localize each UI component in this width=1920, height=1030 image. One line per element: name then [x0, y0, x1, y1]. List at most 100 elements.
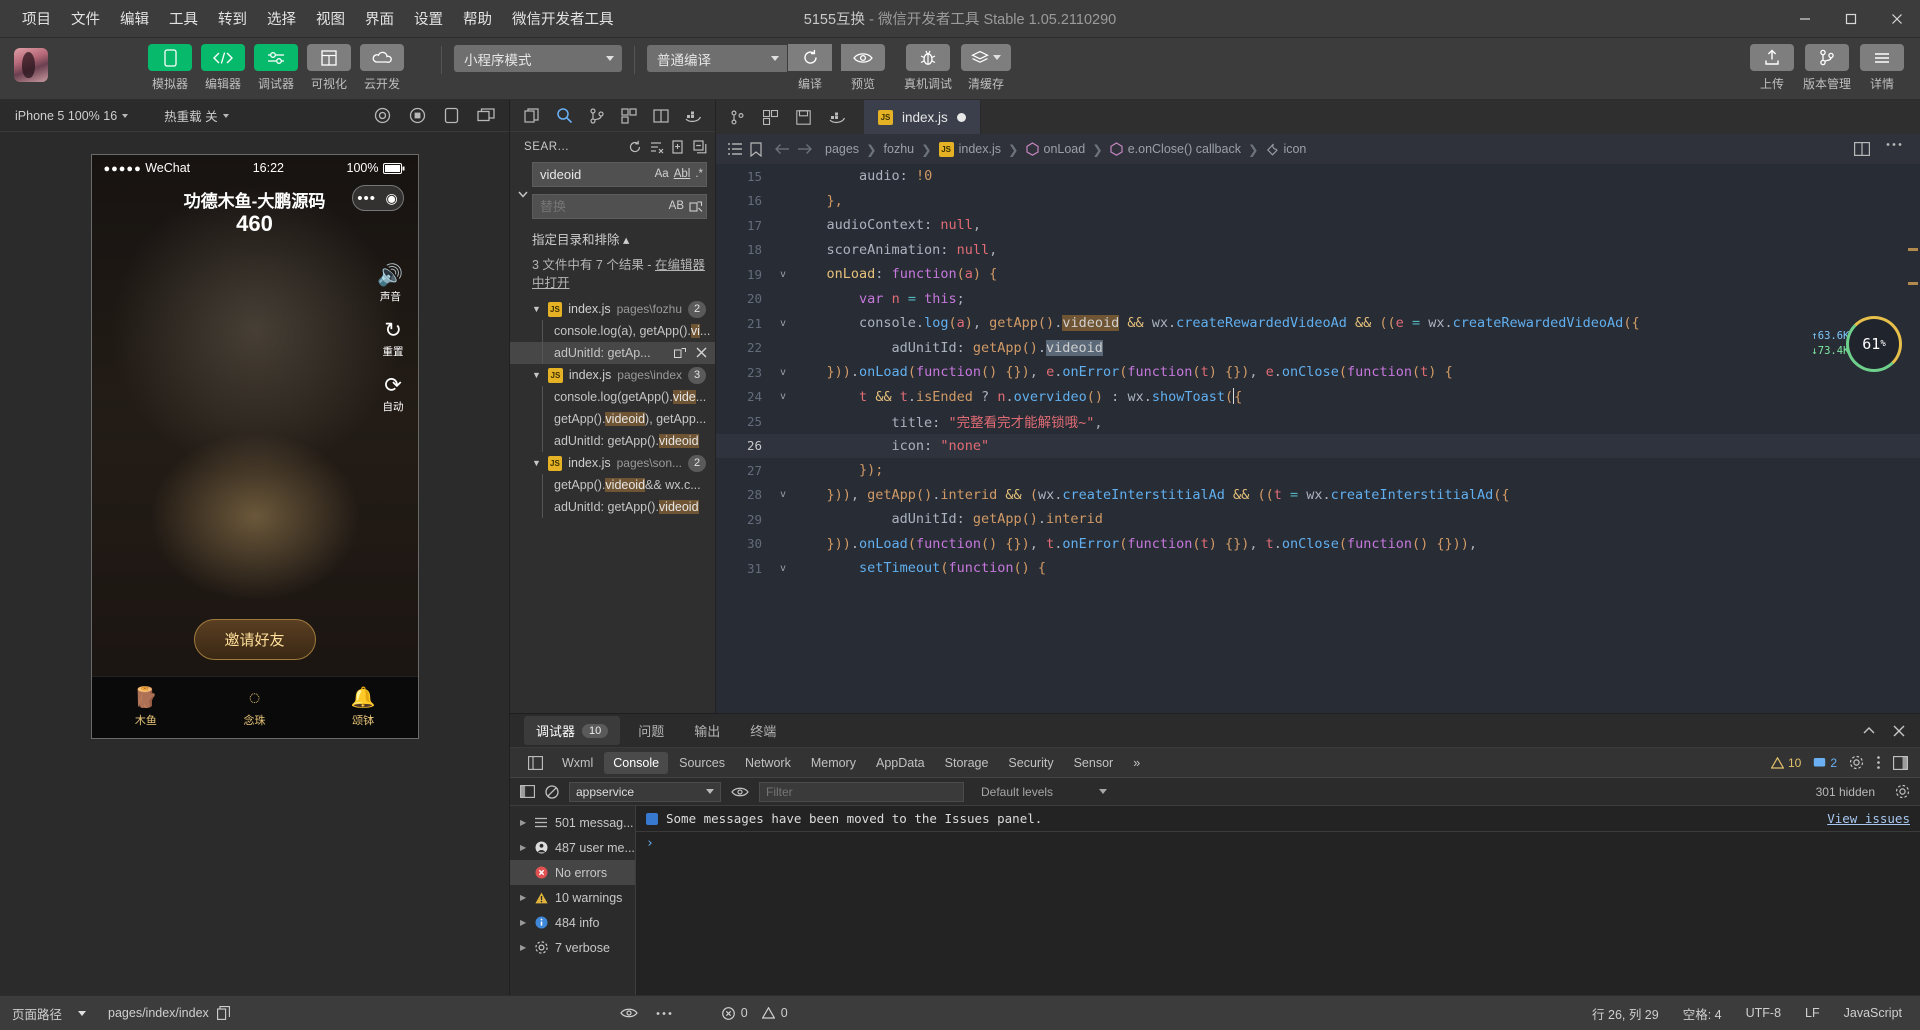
breadcrumb-item-onload[interactable]: onLoad [1026, 142, 1086, 156]
debug-tab-terminal[interactable]: 终端 [738, 716, 788, 745]
toolbar-button-editor[interactable]: 编辑器 [201, 44, 245, 92]
console-context-select[interactable]: appservice [569, 782, 721, 802]
warning-count-badge[interactable]: 10 [1771, 756, 1801, 770]
stop-icon[interactable] [409, 107, 426, 124]
toolbar-action-upload[interactable]: 上传 [1750, 44, 1794, 92]
result-match-row[interactable]: adUnitId: getApp().videoid [510, 496, 715, 518]
layout-split-icon[interactable] [763, 110, 778, 125]
branch-icon[interactable] [730, 110, 745, 125]
devtools-tab-security[interactable]: Security [999, 752, 1062, 774]
menu-item-edit[interactable]: 编辑 [110, 2, 159, 35]
toolbar-action-preview[interactable]: 预览 [841, 44, 885, 92]
new-search-editor-icon[interactable] [672, 140, 685, 154]
result-match-row[interactable]: getApp().videoid && wx.c... [510, 474, 715, 496]
devtools-tab-console[interactable]: Console [604, 752, 668, 774]
sidebar-tab-docker[interactable] [685, 109, 702, 123]
docker-icon[interactable] [829, 110, 846, 124]
console-filter-user[interactable]: ▶ 487 user me... [510, 835, 635, 860]
dismiss-icon[interactable] [696, 347, 707, 360]
console-filter-input[interactable] [759, 782, 964, 802]
devtools-tab-memory[interactable]: Memory [802, 752, 865, 774]
devtools-dock-icon[interactable] [1893, 756, 1908, 770]
include-exclude-toggle[interactable]: 指定目录和排除 ▴ [510, 226, 715, 252]
breadcrumb-item-oncloseCallback[interactable]: e.onClose() callback [1110, 142, 1241, 156]
record-icon[interactable] [374, 107, 391, 124]
console-eye-icon[interactable] [731, 786, 749, 798]
toolbar-button-debugger[interactable]: 调试器 [254, 44, 298, 92]
breadcrumb-item-indexjs[interactable]: JS index.js [939, 142, 1001, 157]
debug-tab-debugger[interactable]: 调试器 10 [524, 716, 620, 745]
devtools-settings-icon[interactable] [1849, 755, 1864, 770]
clear-search-icon[interactable] [650, 140, 664, 154]
console-levels-select[interactable]: Default levels [974, 782, 1114, 802]
clear-console-icon[interactable] [545, 785, 559, 799]
editor-tab-indexjs[interactable]: JS index.js [864, 100, 981, 134]
console-filter-info[interactable]: ▶ 484 info [510, 910, 635, 935]
status-language[interactable]: JavaScript [1832, 1006, 1920, 1020]
result-file-row[interactable]: ▼ JS index.js pages\son... 2 [510, 452, 715, 474]
console-prompt[interactable]: › [636, 832, 1920, 855]
phone-tab-beads[interactable]: ◌ 念珠 [200, 688, 309, 728]
view-issues-link[interactable]: View issues [1827, 811, 1910, 826]
devtools-tab-sources[interactable]: Sources [670, 752, 734, 774]
devtools-tab-sensor[interactable]: Sensor [1065, 752, 1123, 774]
result-match-row[interactable]: console.log(a), getApp().vi... [510, 320, 715, 342]
console-filter-warnings[interactable]: ▶ 10 warnings [510, 885, 635, 910]
console-sidebar-toggle-icon[interactable] [520, 785, 535, 798]
breadcrumb-item-icon[interactable]: icon [1265, 142, 1306, 156]
editor-more-icon[interactable] [1886, 142, 1902, 156]
copy-icon[interactable] [217, 1006, 230, 1020]
debug-tab-output[interactable]: 输出 [682, 716, 732, 745]
devtools-tab-appdata[interactable]: AppData [867, 752, 934, 774]
invite-friends-button[interactable]: 邀请好友 [193, 619, 315, 660]
devtools-more-icon[interactable] [1876, 755, 1881, 770]
console-output[interactable]: Some messages have been moved to the Iss… [636, 806, 1920, 995]
toolbar-button-simulator[interactable]: 模拟器 [148, 44, 192, 92]
devtools-tab-wxml[interactable]: Wxml [553, 752, 602, 774]
menu-item-file[interactable]: 文件 [61, 2, 110, 35]
fullscreen-icon[interactable] [477, 108, 495, 124]
replace-icon[interactable] [674, 347, 687, 360]
capsule-buttons[interactable]: ••• ◉ [352, 185, 404, 211]
console-filter-verbose[interactable]: ▶ 7 verbose [510, 935, 635, 960]
side-button-sound[interactable]: 🔊 声音 [377, 265, 403, 304]
fold-toggle[interactable]: v [772, 391, 794, 402]
menu-item-view[interactable]: 视图 [306, 2, 355, 35]
menu-item-help[interactable]: 帮助 [453, 2, 502, 35]
status-problems[interactable]: 0 0 [710, 1006, 800, 1020]
sidebar-tab-extensions[interactable] [621, 108, 637, 124]
menu-item-devtools[interactable]: 微信开发者工具 [502, 2, 624, 35]
devtools-tab-network[interactable]: Network [736, 752, 800, 774]
mode-select[interactable]: 小程序模式 [454, 45, 622, 72]
status-encoding[interactable]: UTF-8 [1734, 1006, 1793, 1020]
close-icon[interactable] [1874, 0, 1920, 38]
result-file-row[interactable]: ▼ JS index.js pages\index 3 [510, 364, 715, 386]
console-filter-errors[interactable]: No errors [510, 860, 635, 885]
compile-select[interactable]: 普通编译 [647, 45, 787, 72]
breadcrumb-item-fozhu[interactable]: fozhu [884, 142, 915, 156]
fold-toggle[interactable]: v [772, 367, 794, 378]
toolbar-action-realdevice[interactable]: 真机调试 [904, 44, 952, 92]
result-match-row[interactable]: adUnitId: getApp().videoid [510, 430, 715, 452]
error-count-badge[interactable]: 2 [1813, 756, 1837, 770]
unsaved-dot-icon[interactable] [957, 113, 966, 122]
menu-item-select[interactable]: 选择 [257, 2, 306, 35]
side-button-reset[interactable]: ↻ 重置 [383, 320, 404, 359]
toolbar-action-compile[interactable]: 编译 [788, 44, 832, 92]
back-icon[interactable] [775, 143, 790, 155]
devtools-tab-storage[interactable]: Storage [936, 752, 998, 774]
toolbar-action-version[interactable]: 版本管理 [1803, 44, 1851, 92]
console-filter-all[interactable]: ▶ 501 messag... [510, 810, 635, 835]
hotreload-select[interactable]: 热重载 关 [159, 103, 233, 128]
sidebar-tab-scm[interactable] [589, 108, 605, 124]
status-page-path-select[interactable]: 页面路径 [0, 1004, 98, 1023]
debug-tab-problems[interactable]: 问题 [626, 716, 676, 745]
refresh-icon[interactable] [628, 140, 642, 154]
match-case-icon[interactable]: Aa [655, 165, 669, 184]
toolbar-action-details[interactable]: 详情 [1860, 44, 1904, 92]
phone-tab-woodfish[interactable]: 🪵 木鱼 [92, 688, 201, 728]
phone-tab-bowl[interactable]: 🔔 颂钵 [309, 688, 418, 728]
menu-item-interface[interactable]: 界面 [355, 2, 404, 35]
result-match-row[interactable]: getApp().videoid), getApp... [510, 408, 715, 430]
status-more-icon[interactable] [656, 1011, 672, 1016]
